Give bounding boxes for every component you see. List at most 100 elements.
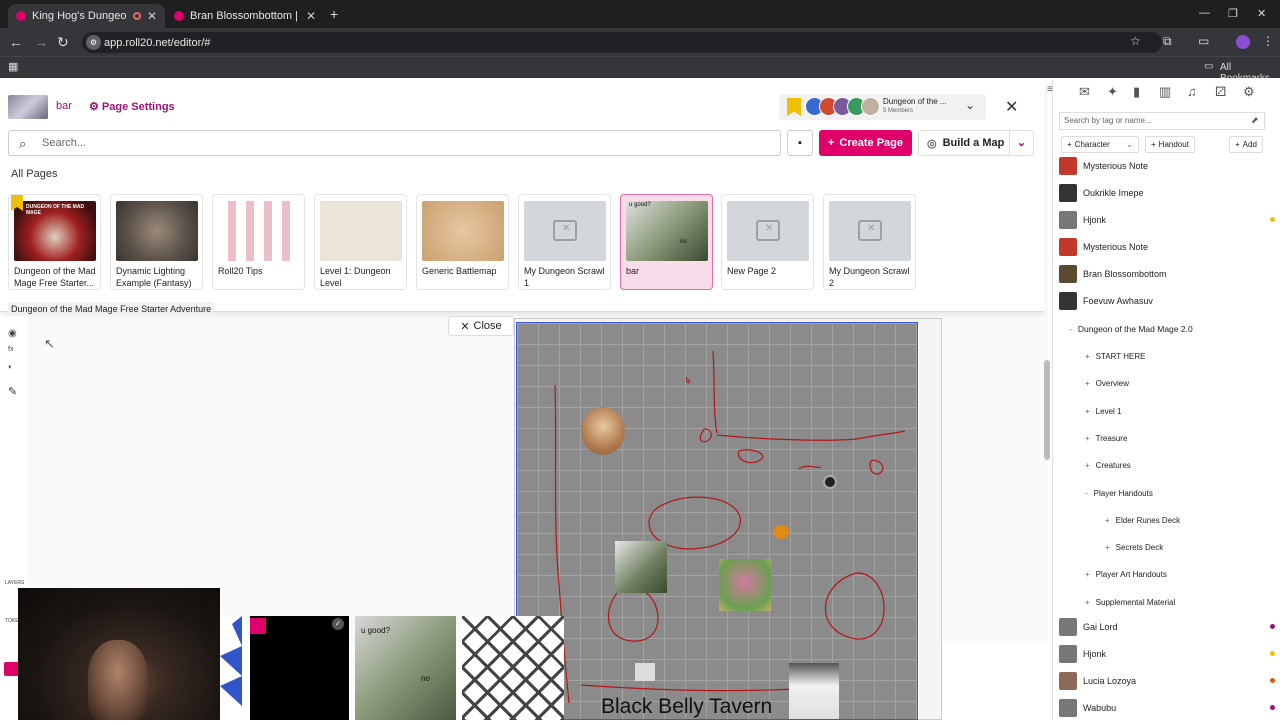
folder-toggle[interactable]: + bbox=[1085, 461, 1090, 470]
close-tab-icon[interactable]: ✕ bbox=[306, 9, 316, 23]
journal-icon[interactable]: ▮ bbox=[1133, 84, 1140, 100]
journal-item[interactable]: Oukrikle Imepe bbox=[1059, 181, 1269, 205]
new-tab-button[interactable]: + bbox=[330, 6, 338, 22]
journal-item[interactable]: Gai Lord bbox=[1059, 615, 1275, 639]
page-card[interactable]: Level 1: Dungeon Level bbox=[314, 194, 407, 290]
journal-subfolder[interactable]: + Overview bbox=[1085, 379, 1129, 388]
close-map-button[interactable]: ✕ Close bbox=[448, 316, 514, 336]
extensions-icon[interactable]: ⧉ bbox=[1163, 34, 1172, 49]
page-card[interactable]: Dynamic Lighting Example (Fantasy) bbox=[110, 194, 203, 290]
page-settings-link[interactable]: ⚙ Page Settings bbox=[89, 100, 175, 113]
game-badge[interactable]: Dungeon of the ... 5 Members ⌄ bbox=[779, 94, 986, 120]
folder-toggle[interactable]: + bbox=[1085, 598, 1090, 607]
journal-item[interactable]: Lucia Lozoya bbox=[1059, 669, 1275, 693]
sidebar-collapse-icon[interactable]: ≡ bbox=[1047, 84, 1053, 95]
art-library-icon[interactable]: ✦ bbox=[1107, 84, 1118, 100]
journal-item[interactable]: Mysterious Note bbox=[1059, 154, 1269, 178]
create-page-button[interactable]: + Create Page bbox=[819, 130, 912, 156]
page-card[interactable]: Generic Battlemap bbox=[416, 194, 509, 290]
folder-toggle[interactable]: + bbox=[1085, 379, 1090, 388]
jukebox-icon[interactable]: ♫ bbox=[1187, 84, 1197, 99]
tray-item-pattern[interactable] bbox=[462, 616, 564, 720]
layer-icon[interactable]: ◉ bbox=[8, 328, 17, 339]
new-folder-button[interactable]: ▪ bbox=[787, 130, 813, 156]
token-goose[interactable] bbox=[789, 663, 839, 719]
pin-icon[interactable]: ⬈ bbox=[1251, 115, 1259, 126]
folder-toggle[interactable]: + bbox=[1105, 516, 1110, 525]
forward-arrow-icon[interactable]: → bbox=[34, 34, 48, 50]
journal-item[interactable]: Mysterious Note bbox=[1059, 235, 1269, 259]
journal-item[interactable]: Hjonk bbox=[1059, 208, 1275, 232]
token-cat-photo[interactable] bbox=[615, 541, 667, 593]
journal-subfolder[interactable]: + Level 1 bbox=[1085, 407, 1121, 416]
map-grid[interactable]: Black Belly Tavern bbox=[516, 322, 918, 720]
reload-icon[interactable]: ↻ bbox=[57, 34, 69, 51]
journal-subfolder[interactable]: + Elder Runes Deck bbox=[1105, 516, 1180, 525]
folder-toggle[interactable]: - bbox=[1085, 489, 1088, 498]
canvas-scrollbar[interactable] bbox=[1044, 360, 1050, 460]
address-bar[interactable]: ⚙ app.roll20.net/editor/# bbox=[82, 32, 1162, 53]
folder-toggle[interactable]: + bbox=[1085, 407, 1090, 416]
browser-menu-icon[interactable]: ⋮ bbox=[1262, 34, 1274, 48]
folder-toggle[interactable]: - bbox=[1069, 324, 1072, 334]
token-tiny[interactable] bbox=[635, 663, 655, 681]
folder-toggle[interactable]: + bbox=[1085, 570, 1090, 579]
journal-subfolder[interactable]: + Treasure bbox=[1085, 434, 1127, 443]
token-small-creature[interactable] bbox=[773, 525, 789, 539]
close-tab-icon[interactable]: ✕ bbox=[147, 9, 157, 23]
maximize-button[interactable]: ❐ bbox=[1228, 7, 1238, 20]
folder-toggle[interactable]: + bbox=[1105, 543, 1110, 552]
tray-item-black[interactable]: ✓ bbox=[250, 616, 349, 720]
back-arrow-icon[interactable]: ← bbox=[9, 34, 23, 50]
macros-icon[interactable]: ⚂ bbox=[1215, 84, 1226, 100]
token-character[interactable] bbox=[719, 559, 771, 611]
add-character-button[interactable]: + Character ⌄ bbox=[1061, 136, 1139, 153]
chat-icon[interactable]: ✉ bbox=[1079, 84, 1090, 100]
apps-grid-icon[interactable]: ▦ bbox=[8, 60, 18, 73]
close-page-menu-icon[interactable]: ✕ bbox=[1005, 97, 1018, 117]
site-info-icon[interactable]: ⚙ bbox=[86, 35, 101, 50]
journal-subfolder[interactable]: + Secrets Deck bbox=[1105, 543, 1163, 552]
close-window-button[interactable]: ✕ bbox=[1257, 7, 1266, 20]
page-card[interactable]: Roll20 Tips bbox=[212, 194, 305, 290]
minimize-button[interactable]: — bbox=[1199, 7, 1210, 19]
chevron-down-icon[interactable]: ⌄ bbox=[965, 98, 975, 112]
tray-item-photo[interactable]: u good? no bbox=[355, 616, 456, 720]
cast-icon[interactable]: ▭ bbox=[1198, 34, 1209, 48]
bookmark-star-icon[interactable]: ☆ bbox=[1130, 34, 1141, 48]
chevron-down-icon[interactable]: ⌄ bbox=[1009, 131, 1033, 155]
browser-tab[interactable]: King Hog's Dungeon & Dra ✕ bbox=[8, 4, 165, 28]
folder-toggle[interactable]: + bbox=[1085, 434, 1090, 443]
page-search-input[interactable]: ⌕ Search... bbox=[8, 130, 781, 156]
journal-item[interactable]: Hjonk bbox=[1059, 642, 1275, 666]
journal-subfolder[interactable]: + Supplemental Material bbox=[1085, 598, 1175, 607]
folder-toggle[interactable]: + bbox=[1085, 352, 1090, 361]
add-button[interactable]: + Add bbox=[1229, 136, 1263, 153]
profile-avatar[interactable] bbox=[1236, 35, 1250, 49]
journal-item[interactable]: Bran Blossombottom bbox=[1059, 262, 1269, 286]
browser-tab[interactable]: Bran Blossombottom | Roll20 C ✕ bbox=[166, 4, 324, 28]
journal-search-input[interactable]: Search by tag or name... bbox=[1059, 112, 1265, 130]
journal-item[interactable]: Foevuw Awhasuv bbox=[1059, 289, 1269, 313]
page-card[interactable]: DUNGEON OF THE MAD MAGE Dungeon of the Ma… bbox=[8, 194, 101, 290]
light-icon[interactable]: ◐ bbox=[8, 362, 13, 371]
page-card[interactable]: u good? no bar bbox=[620, 194, 713, 290]
journal-subfolder[interactable]: + START HERE bbox=[1085, 352, 1145, 361]
build-map-button[interactable]: ◎ Build a Map ⌄ bbox=[918, 130, 1034, 156]
page-card[interactable]: New Page 2 bbox=[721, 194, 814, 290]
draw-tool-icon[interactable]: ✎ bbox=[8, 385, 17, 398]
compendium-icon[interactable]: ▥ bbox=[1159, 84, 1171, 100]
page-card[interactable]: My Dungeon Scrawl 1 bbox=[518, 194, 611, 290]
journal-item[interactable]: Wabubu bbox=[1059, 696, 1275, 720]
tray-item[interactable] bbox=[220, 616, 250, 720]
add-handout-button[interactable]: + Handout bbox=[1145, 136, 1195, 153]
page-card[interactable]: My Dungeon Scrawl 2 bbox=[823, 194, 916, 290]
current-page-name[interactable]: bar bbox=[56, 100, 72, 112]
journal-subfolder[interactable]: + Player Art Handouts bbox=[1085, 570, 1167, 579]
drawing-layer[interactable] bbox=[517, 323, 919, 721]
journal-subfolder[interactable]: + Creatures bbox=[1085, 461, 1131, 470]
token-face[interactable] bbox=[581, 407, 625, 455]
fx-icon[interactable]: fx bbox=[8, 346, 13, 353]
journal-folder[interactable]: - Dungeon of the Mad Mage 2.0 bbox=[1069, 324, 1193, 334]
settings-icon[interactable]: ⚙ bbox=[1243, 84, 1255, 100]
